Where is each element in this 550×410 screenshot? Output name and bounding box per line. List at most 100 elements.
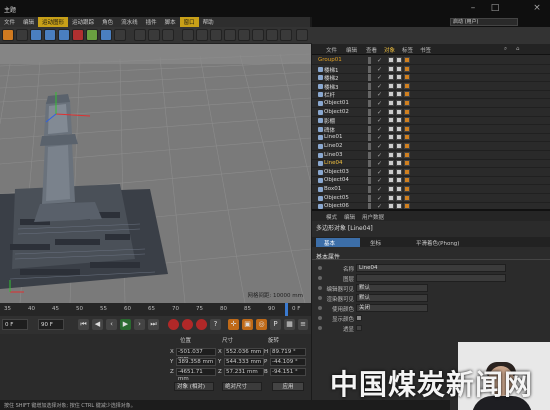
maximize-icon[interactable]: □	[490, 3, 500, 13]
close-icon[interactable]: ×	[532, 3, 542, 13]
y-axis-icon[interactable]	[86, 29, 98, 41]
menu-window[interactable]: 窗口	[179, 17, 199, 27]
menu-pipeline[interactable]: 流水线	[117, 17, 142, 27]
om-tab-tags[interactable]: 标签	[402, 46, 413, 54]
object-name[interactable]: Line03	[324, 152, 342, 158]
material-tag-icon[interactable]	[404, 194, 410, 201]
object-name[interactable]: Line04	[324, 160, 342, 166]
visibility-dots-icon[interactable]	[368, 177, 371, 185]
material-tag-icon[interactable]	[404, 57, 410, 63]
object-name[interactable]: Object02	[324, 109, 349, 115]
layout-dropdown[interactable]: 启动 (用户)	[450, 18, 518, 26]
texture-tag-icon[interactable]	[388, 91, 394, 98]
enabled-check-icon[interactable]: ✓	[377, 177, 382, 184]
material-tag-icon[interactable]	[404, 100, 410, 106]
texture-tag-icon[interactable]	[388, 160, 394, 167]
timeline-ruler[interactable]: 35 40 45 50 55 60 65 70 75 80 85 90 0 F	[0, 303, 311, 316]
deformer-icon[interactable]	[238, 29, 250, 41]
position-key-button[interactable]: ✛	[228, 319, 239, 330]
light-icon[interactable]	[280, 29, 292, 41]
rotation-key-button[interactable]: ◎	[256, 319, 267, 330]
menu-help[interactable]: 帮助	[199, 17, 218, 27]
name-input[interactable]: Line04	[356, 264, 506, 272]
visibility-dots-icon[interactable]	[368, 194, 371, 202]
texture-tag-icon[interactable]	[396, 125, 402, 132]
size-field[interactable]: 552.036 mm	[224, 348, 264, 356]
enabled-check-icon[interactable]: ✓	[377, 143, 382, 150]
object-name[interactable]: Group01	[318, 57, 342, 63]
texture-tag-icon[interactable]	[388, 168, 394, 175]
object-name[interactable]: Object01	[324, 100, 349, 106]
go-to-end-button[interactable]: ⏭	[148, 319, 159, 330]
texture-tag-icon[interactable]	[396, 65, 402, 72]
keyframe-selection-button[interactable]	[196, 319, 207, 330]
object-name[interactable]: Object05	[324, 195, 349, 201]
cube-icon[interactable]	[182, 29, 194, 41]
texture-tag-icon[interactable]	[388, 194, 394, 201]
subdivision-icon[interactable]	[210, 29, 222, 41]
move-tool-icon[interactable]	[30, 29, 42, 41]
enabled-check-icon[interactable]: ✓	[377, 134, 382, 141]
material-tag-icon[interactable]	[404, 108, 410, 115]
visibility-dots-icon[interactable]	[368, 134, 371, 142]
om-tab-file[interactable]: 文件	[326, 46, 337, 54]
step-back-button[interactable]: ‹	[106, 319, 117, 330]
visibility-dots-icon[interactable]	[368, 91, 371, 99]
texture-tag-icon[interactable]	[396, 57, 402, 63]
menu-motion-tracking[interactable]: 运动跟踪	[68, 17, 98, 27]
visibility-dots-icon[interactable]	[368, 186, 371, 193]
search-icon[interactable]: ⌕	[504, 46, 507, 53]
render-settings-icon[interactable]	[162, 29, 174, 41]
texture-tag-icon[interactable]	[396, 74, 402, 81]
material-tag-icon[interactable]	[404, 160, 410, 167]
texture-tag-icon[interactable]	[388, 134, 394, 141]
material-tag-icon[interactable]	[404, 91, 410, 98]
visibility-dots-icon[interactable]	[368, 168, 371, 176]
material-tag-icon[interactable]	[404, 143, 410, 149]
material-tag-icon[interactable]	[404, 125, 410, 132]
menu-file[interactable]: 文件	[0, 17, 19, 27]
texture-tag-icon[interactable]	[396, 151, 402, 158]
expand-icon[interactable]	[296, 29, 308, 41]
keyframe-dot[interactable]	[318, 326, 322, 330]
texture-tag-icon[interactable]	[388, 57, 394, 63]
texture-tag-icon[interactable]	[396, 82, 402, 89]
rotation-field[interactable]: -94.151 °	[270, 368, 306, 376]
size-field[interactable]: 57.231 mm	[224, 368, 264, 376]
material-tag-icon[interactable]	[404, 186, 410, 192]
pla-key-button[interactable]: ▦	[284, 319, 295, 330]
camera-icon[interactable]	[266, 29, 278, 41]
menu-character[interactable]: 角色	[98, 17, 117, 27]
enabled-check-icon[interactable]: ✓	[377, 169, 382, 176]
texture-tag-icon[interactable]	[396, 100, 402, 106]
use-color-dropdown[interactable]: 关闭	[356, 304, 428, 312]
param-key-button[interactable]: P	[270, 319, 281, 330]
auto-key-button[interactable]	[182, 319, 193, 330]
texture-tag-icon[interactable]	[388, 65, 394, 72]
rotate-tool-icon[interactable]	[58, 29, 70, 41]
visibility-dots-icon[interactable]	[368, 117, 371, 125]
texture-tag-icon[interactable]	[388, 186, 394, 192]
enabled-check-icon[interactable]: ✓	[377, 160, 382, 167]
material-tag-icon[interactable]	[404, 117, 410, 124]
texture-tag-icon[interactable]	[388, 151, 394, 158]
subtab-coord[interactable]: 坐标	[362, 238, 406, 247]
am-tab-mode[interactable]: 模式	[326, 213, 337, 221]
menu-edit[interactable]: 编辑	[19, 17, 38, 27]
keyframe-dot[interactable]	[318, 296, 322, 300]
key-filter-button[interactable]: ?	[210, 319, 221, 330]
scale-tool-icon[interactable]	[44, 29, 56, 41]
play-button[interactable]: ▶	[120, 319, 131, 330]
end-frame-field[interactable]: 90 F	[38, 319, 64, 330]
coord-mode-dropdown[interactable]: 对象 (相对)	[174, 382, 214, 391]
size-mode-dropdown[interactable]: 绝对尺寸	[222, 382, 262, 391]
size-field[interactable]: 544.333 mm	[224, 358, 264, 366]
enabled-check-icon[interactable]: ✓	[377, 100, 382, 107]
render-visible-dropdown[interactable]: 默认	[356, 294, 428, 302]
position-field[interactable]: -4651.71 mm	[176, 368, 216, 382]
enabled-check-icon[interactable]: ✓	[377, 186, 382, 193]
texture-tag-icon[interactable]	[388, 177, 394, 184]
keyframe-dot[interactable]	[318, 316, 322, 320]
object-name[interactable]: Line02	[324, 143, 342, 149]
object-name[interactable]: Object04	[324, 177, 349, 183]
